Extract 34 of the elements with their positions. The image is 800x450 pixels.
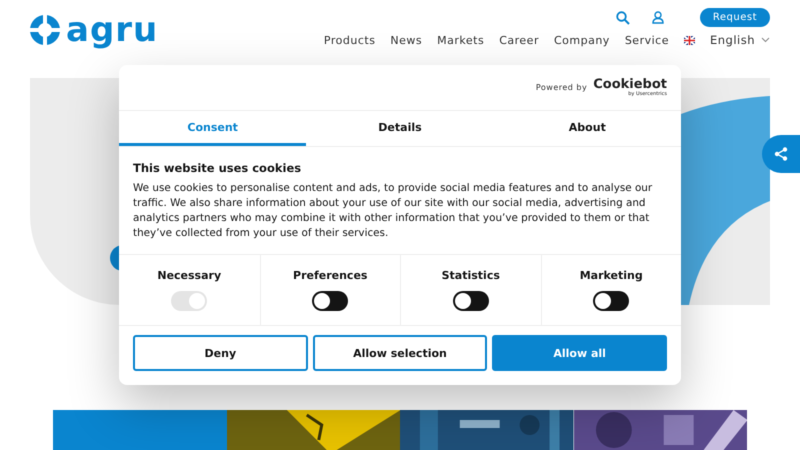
consent-button[interactable]: Allow selection bbox=[312, 335, 488, 371]
toggle-switch[interactable] bbox=[452, 291, 489, 311]
logo-icon bbox=[30, 15, 60, 45]
category-label: Statistics bbox=[442, 269, 500, 282]
toggle-switch[interactable] bbox=[593, 291, 630, 311]
consent-button[interactable]: Deny bbox=[133, 335, 308, 371]
nav-link[interactable]: Career bbox=[499, 34, 539, 46]
category-label: Necessary bbox=[157, 269, 222, 282]
nav-link[interactable]: Markets bbox=[437, 34, 484, 46]
request-button[interactable]: Request bbox=[700, 8, 770, 27]
cookiebot-logo[interactable]: Cookiebot bbox=[593, 78, 667, 91]
chevron-icon bbox=[761, 37, 770, 43]
nav-link[interactable]: Company bbox=[554, 34, 610, 46]
nav-link[interactable]: Service bbox=[624, 34, 669, 46]
dialog-title: This website uses cookies bbox=[133, 161, 302, 175]
language-selector[interactable]: English bbox=[710, 33, 770, 47]
flag-icon bbox=[684, 36, 695, 44]
dialog-tab[interactable]: Details bbox=[306, 111, 494, 146]
nav-link[interactable]: Products bbox=[324, 34, 376, 46]
category-tile[interactable] bbox=[53, 410, 226, 450]
powered-by-label: Powered by bbox=[536, 83, 588, 92]
dialog-tab[interactable]: About bbox=[494, 111, 681, 146]
share-icon bbox=[774, 147, 788, 161]
share-button[interactable] bbox=[762, 135, 800, 173]
logo[interactable]: agru bbox=[66, 13, 158, 47]
category-label: Marketing bbox=[580, 269, 643, 282]
allow-all-button[interactable]: Allow all bbox=[492, 335, 667, 371]
dialog-tab[interactable]: Consent bbox=[119, 111, 306, 146]
search-icon[interactable] bbox=[616, 10, 630, 24]
dialog-text: We use cookies to personalise content and ads, to provide social media features and to analyse our traffic. We also share information about your use of our site with our social media, advertising and analytics partners who may combine it with other information that you’ve provided to them or that they’ve collected from your use of their services. bbox=[133, 181, 654, 241]
toggle-switch[interactable] bbox=[312, 291, 348, 311]
nav-link[interactable]: News bbox=[390, 34, 422, 46]
category-label: Preferences bbox=[293, 269, 368, 282]
user-icon[interactable] bbox=[652, 11, 664, 24]
